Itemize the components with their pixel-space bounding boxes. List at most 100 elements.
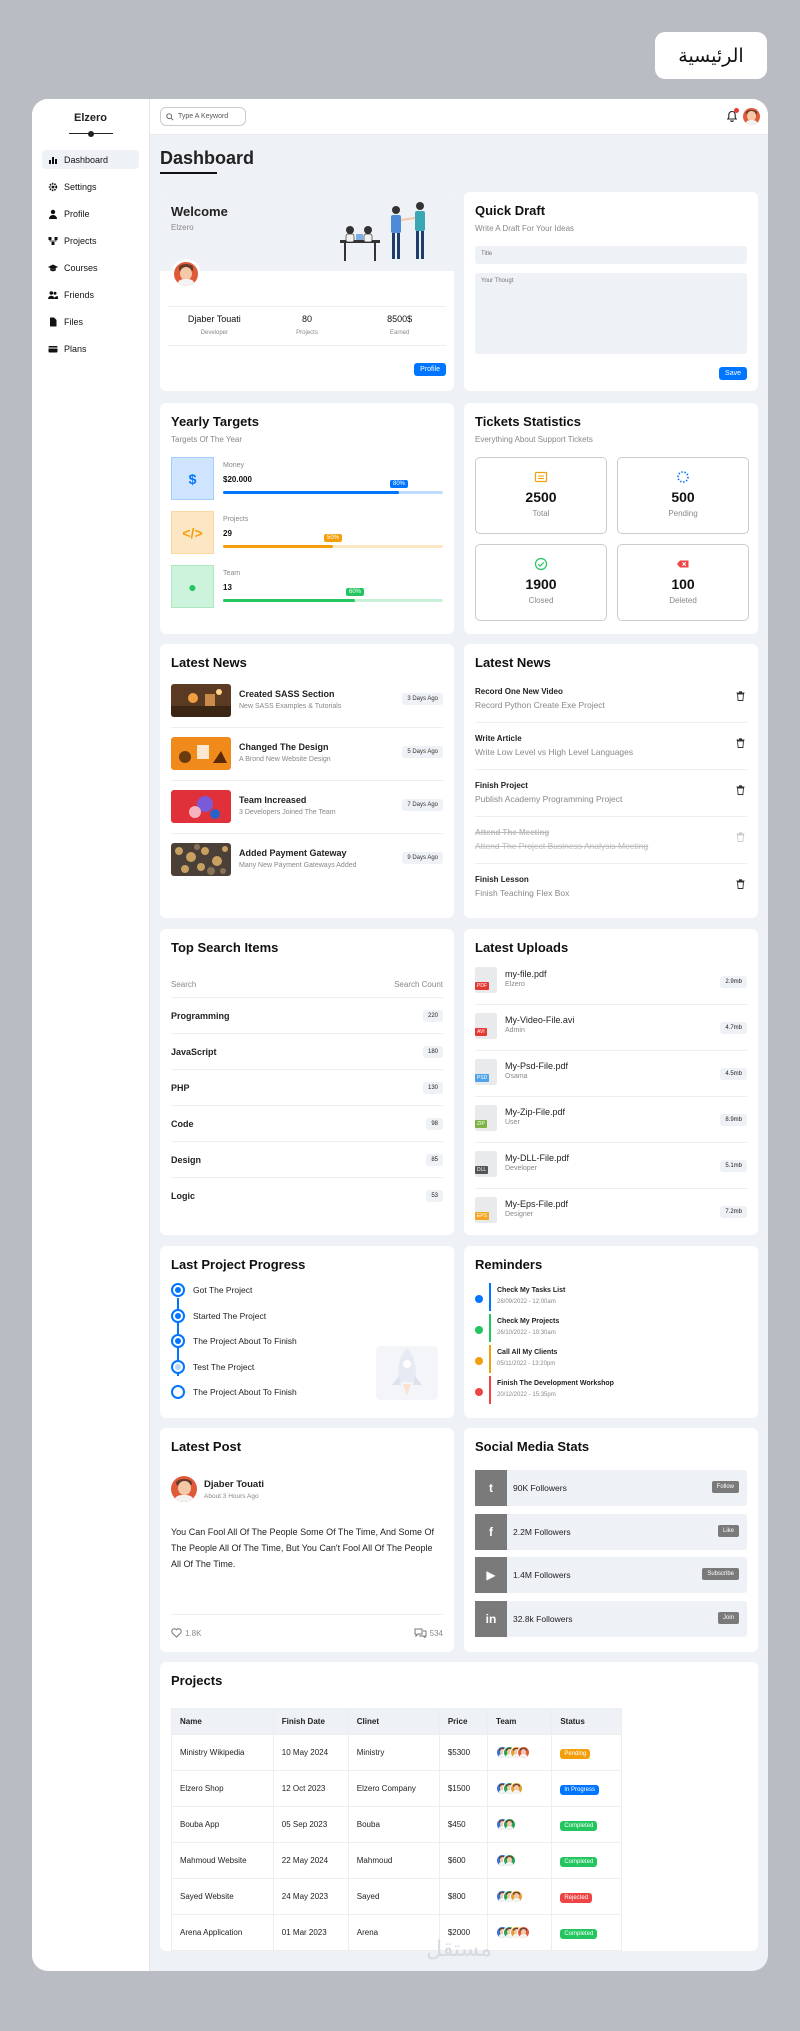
news-item[interactable]: Team Increased 3 Developers Joined The Te… (171, 782, 443, 834)
file-psd-icon: PSD (475, 1059, 497, 1085)
project-name: Mahmoud Website (171, 1842, 274, 1879)
ticket-value: 500 (671, 489, 695, 505)
page-tag: الرئيسية (655, 32, 767, 79)
news-item[interactable]: Created SASS Section New SASS Examples & … (171, 676, 443, 728)
card-title: Tickets Statistics (475, 414, 581, 429)
ticket-closed: 1900 Closed (475, 544, 607, 621)
reminder-date: 05/11/2022 - 13:20pm (497, 1361, 556, 1367)
status-cell: Rejected (551, 1878, 622, 1915)
user-avatar[interactable] (743, 108, 760, 125)
sidebar-item-dashboard[interactable]: Dashboard (42, 150, 139, 169)
save-button[interactable]: Save (719, 367, 747, 380)
social-action-button[interactable]: Like (717, 1524, 739, 1537)
search-count: 85 (426, 1153, 443, 1166)
file-name: my-file.pdf (505, 969, 547, 979)
file-zip-icon: ZIP (475, 1105, 497, 1131)
file-owner: User (505, 1119, 520, 1126)
news-subtitle: New SASS Examples & Tutorials (239, 703, 342, 710)
draft-body-input[interactable]: Your Thougt (475, 273, 747, 354)
tickets-card: Tickets Statistics Everything About Supp… (464, 403, 758, 634)
social-action-button[interactable]: Follow (711, 1481, 739, 1493)
upload-item[interactable]: ZIP My-Zip-File.pdf User 8.9mb (475, 1097, 747, 1143)
stat-projects: 80 Projects (261, 307, 354, 345)
card-title: Reminders (475, 1257, 543, 1272)
sidebar-item-courses[interactable]: Courses (42, 258, 139, 277)
team-avatars (496, 1817, 541, 1832)
team-illustration (340, 202, 425, 261)
upload-item[interactable]: PDF my-file.pdf Elzero 2.9mb (475, 959, 747, 1005)
social-action-button[interactable]: Join (717, 1611, 739, 1624)
col-count: Search Count (394, 980, 443, 989)
sidebar-item-files[interactable]: Files (42, 312, 139, 331)
sidebar-item-profile[interactable]: Profile (42, 204, 139, 223)
table-row[interactable]: Sayed Website 24 May 2023 Sayed $800 Rejecte… (171, 1878, 622, 1915)
card-title: Latest Uploads (475, 940, 569, 955)
stat-label: Projects (296, 330, 318, 336)
team-avatar (503, 1817, 517, 1831)
sidebar-item-friends[interactable]: Friends (42, 285, 139, 304)
search-table-header: Search Search Count (171, 980, 443, 989)
team-cell (487, 1734, 553, 1771)
trash-icon[interactable] (736, 879, 745, 889)
projects-table: Name Finish Date Clinet Price Team Status Min… (171, 1708, 622, 1951)
search-term: Code (171, 1118, 194, 1129)
target-projects: </> Projects 29 50% (171, 511, 443, 555)
file-type-tag: PDF (475, 982, 489, 990)
search-placeholder: Type A Keyword (178, 113, 229, 120)
trash-icon[interactable] (736, 832, 745, 842)
stat-value: Djaber Touati (187, 314, 241, 324)
sidebar-item-plans[interactable]: Plans (42, 339, 139, 358)
upload-item[interactable]: DLL My-DLL-File.pdf Developer 5.1mb (475, 1143, 747, 1189)
column-header: Price (438, 1708, 489, 1735)
file-avi-icon: AVI (475, 1013, 497, 1039)
trash-icon[interactable] (736, 785, 745, 795)
file-size: 8.9mb (720, 1114, 747, 1126)
trash-icon[interactable] (736, 738, 745, 748)
upload-item[interactable]: AVI My-Video-File.avi Admin 4.7mb (475, 1005, 747, 1051)
news-item[interactable]: Changed The Design A Brond New Website De… (171, 729, 443, 781)
profile-button[interactable]: Profile (414, 363, 446, 376)
table-row[interactable]: Bouba App 05 Sep 2023 Bouba $450 Completed (171, 1806, 622, 1843)
target-label: Money (223, 462, 245, 469)
reminder-date: 28/09/2022 - 12:00am (497, 1299, 556, 1305)
search-input[interactable]: Type A Keyword (160, 107, 246, 126)
search-count: 180 (422, 1045, 443, 1058)
twitter-icon: t (475, 1470, 507, 1506)
target-label: Projects (223, 516, 249, 523)
task-title: Finish Project (475, 781, 528, 790)
search-term: Logic (171, 1190, 195, 1201)
table-row[interactable]: Elzero Shop 12 Oct 2023 Elzero Company $150… (171, 1770, 622, 1807)
news-title: Team Increased (239, 795, 307, 805)
post-author-name: Djaber Touati (204, 1479, 264, 1490)
social-stats-card: Social Media Stats t 90K Followers Follow f… (464, 1428, 758, 1652)
page-title: Dashboard (160, 148, 255, 168)
card-title: Latest Post (171, 1439, 242, 1454)
stat-label: Developer (200, 330, 229, 336)
target-icon: ● (171, 565, 214, 608)
project-name: Bouba App (171, 1806, 274, 1843)
task-title: Record One New Video (475, 687, 563, 696)
stat-value: 8500$ (387, 314, 413, 324)
table-row[interactable]: Ministry Wikipedia 10 May 2024 Ministry $53… (171, 1734, 622, 1771)
sidebar-item-settings[interactable]: Settings (42, 177, 139, 196)
task-title: Attend The Meeting (475, 828, 550, 837)
column-header: Name (171, 1708, 274, 1735)
table-row[interactable]: Mahmoud Website 22 May 2024 Mahmoud $600 Com… (171, 1842, 622, 1879)
welcome-stats: Djaber Touati Developer 80 Projects 8500$ E… (168, 306, 446, 346)
social-action-button[interactable]: Subscribe (702, 1568, 739, 1580)
welcome-card: Welcome Elzero Djaber Touati Developer 80… (160, 192, 454, 391)
ticket-total: 2500 Total (475, 457, 607, 534)
news-item[interactable]: Added Payment Gateway Many New Payment Ga… (171, 835, 443, 887)
search-term: JavaScript (171, 1046, 217, 1057)
sidebar-item-label: Files (64, 316, 84, 327)
trash-icon[interactable] (736, 691, 745, 701)
status-cell: Completed (551, 1842, 622, 1879)
like-button[interactable]: 1.8K (171, 1628, 201, 1638)
sidebar-item-projects[interactable]: Projects (42, 231, 139, 250)
upload-item[interactable]: PSD My-Psd-File.pdf Osama 4.5mb (475, 1051, 747, 1097)
news-subtitle: Many New Payment Gateways Added (239, 862, 357, 869)
delete-icon (677, 560, 689, 568)
draft-title-input[interactable]: Title (475, 246, 747, 264)
comments-button[interactable]: 534 (414, 1628, 443, 1638)
upload-item[interactable]: EPS My-Eps-File.pdf Designer 7.2mb (475, 1189, 747, 1235)
